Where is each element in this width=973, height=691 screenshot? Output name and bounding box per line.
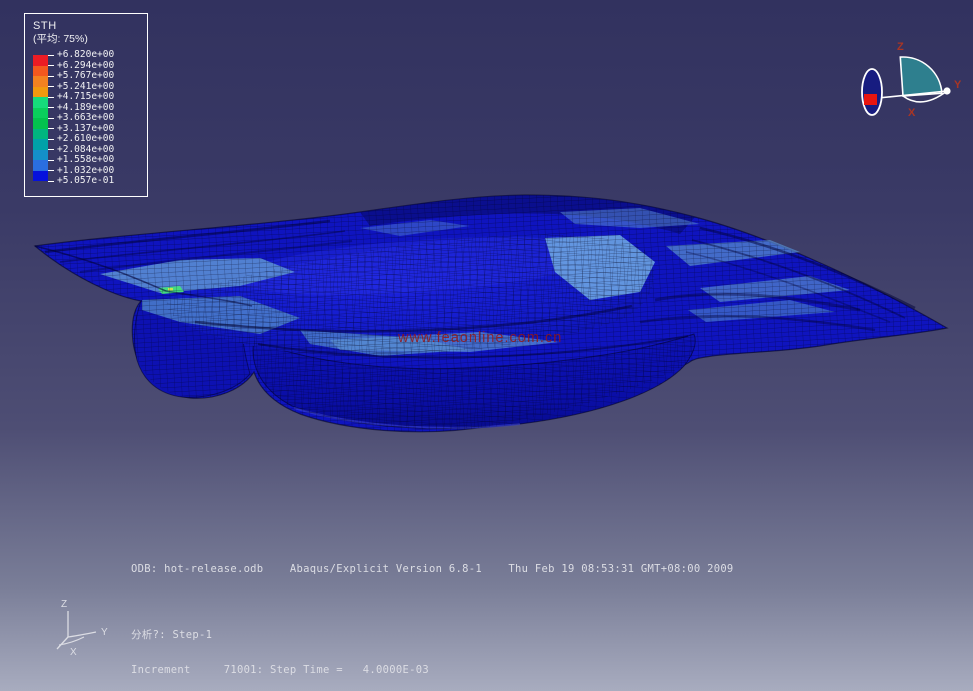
legend-value: +5.767e+00 bbox=[48, 71, 114, 82]
legend-title: STH bbox=[33, 20, 143, 33]
legend-tick bbox=[48, 86, 54, 87]
legend-band bbox=[33, 171, 48, 182]
compass-fan[interactable] bbox=[900, 54, 942, 96]
legend-band bbox=[33, 76, 48, 87]
triad-x-label: X bbox=[70, 647, 77, 658]
legend-band bbox=[33, 150, 48, 161]
view-compass[interactable]: Z Y X bbox=[848, 28, 970, 120]
legend-tick bbox=[48, 149, 54, 150]
odb-status-line: ODB: hot-release.odb Abaqus/Explicit Ver… bbox=[131, 563, 734, 575]
legend-band bbox=[33, 160, 48, 171]
legend-tick bbox=[48, 139, 54, 140]
legend-bands bbox=[33, 55, 48, 181]
triad-arc bbox=[59, 637, 84, 645]
legend-band bbox=[33, 87, 48, 98]
compass-z-label: Z bbox=[897, 41, 904, 53]
legend-labels: +6.820e+00+6.294e+00+5.767e+00+5.241e+00… bbox=[48, 50, 114, 187]
legend-tick bbox=[48, 65, 54, 66]
legend-band bbox=[33, 108, 48, 119]
legend-value: +6.820e+00 bbox=[48, 50, 114, 61]
compass-handle[interactable] bbox=[864, 94, 877, 105]
legend-tick bbox=[48, 55, 54, 56]
legend-tick bbox=[48, 170, 54, 171]
legend-band bbox=[33, 129, 48, 140]
legend-band bbox=[33, 66, 48, 77]
axes-triad: Z Y X bbox=[48, 595, 118, 663]
contour-legend: STH (平均: 75%) +6.820e+00+6.294e+00+5.767… bbox=[24, 13, 148, 197]
legend-value: +1.558e+00 bbox=[48, 155, 114, 166]
legend-tick bbox=[48, 76, 54, 77]
legend-band bbox=[33, 55, 48, 66]
watermark: www.feaonline.com.cn bbox=[398, 330, 562, 346]
legend-tick bbox=[48, 107, 54, 108]
compass-y-label: Y bbox=[954, 79, 962, 91]
legend-subtitle: (平均: 75%) bbox=[33, 33, 143, 46]
analysis-state-block: 分析?: Step-1 Increment 71001: Step Time =… bbox=[131, 606, 429, 691]
legend-tick bbox=[48, 97, 54, 98]
legend-tick bbox=[48, 160, 54, 161]
legend-value: +2.610e+00 bbox=[48, 134, 114, 145]
legend-band bbox=[33, 118, 48, 129]
legend-color-bar: +6.820e+00+6.294e+00+5.767e+00+5.241e+00… bbox=[33, 50, 143, 188]
legend-value: +4.715e+00 bbox=[48, 92, 114, 103]
increment-line: Increment 71001: Step Time = 4.0000E-03 bbox=[131, 665, 429, 677]
compass-disc[interactable] bbox=[862, 69, 882, 115]
triad-y-axis bbox=[68, 632, 96, 637]
legend-tick bbox=[48, 128, 54, 129]
step-line: 分析?: Step-1 bbox=[131, 630, 429, 642]
legend-tick bbox=[48, 181, 54, 182]
deformed-mesh-model bbox=[35, 195, 947, 432]
legend-band bbox=[33, 97, 48, 108]
legend-tick bbox=[48, 118, 54, 119]
compass-x-label: X bbox=[908, 107, 916, 119]
triad-x-axis bbox=[57, 637, 68, 649]
triad-y-label: Y bbox=[101, 627, 108, 638]
legend-value: +5.057e-01 bbox=[48, 176, 114, 187]
legend-value: +3.663e+00 bbox=[48, 113, 114, 124]
legend-band bbox=[33, 139, 48, 150]
abaqus-viewport: www.feaonline.com.cn STH (平均: 75%) +6.82… bbox=[0, 0, 973, 691]
triad-z-label: Z bbox=[61, 599, 67, 610]
compass-y-knob[interactable] bbox=[943, 87, 950, 94]
